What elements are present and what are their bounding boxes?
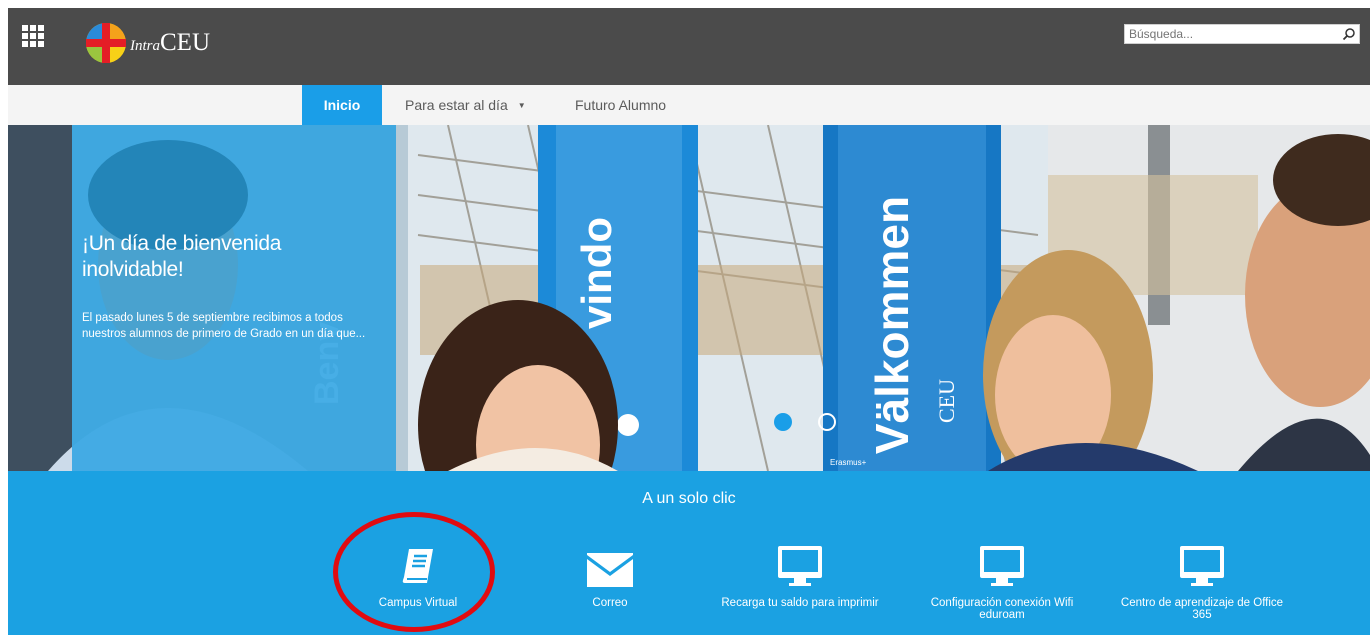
nav-item-label: Inicio [323,97,361,113]
hero-summary: El pasado lunes 5 de septiembre recibimo… [82,312,366,340]
quick-link-office-365[interactable]: Centro de aprendizaje de Office 365 [1112,545,1292,621]
search-icon[interactable] [1342,27,1356,41]
intraceu-logo[interactable]: IntraCEU [84,21,210,65]
banner-ceu-emblem [617,414,639,436]
monitor-icon [778,546,822,586]
logo-intra-text: Intra [130,38,160,54]
nav-item-label: Futuro Alumno [575,97,667,113]
quick-link-label: Configuración conexión Wifi eduroam [930,597,1074,621]
envelope-icon [587,553,633,587]
carousel-dot-2[interactable] [818,413,836,431]
banner-text: Erasmus+ [830,458,867,467]
banner-text: vindo [573,217,620,329]
quick-link-label: Centro de aprendizaje de Office 365 [1120,597,1284,621]
carousel-dot-1[interactable] [774,413,792,431]
search-box [1124,24,1360,44]
hero-carousel[interactable]: vindo Välkommen CEU Erasmus+ Benv ¡Un dí… [8,125,1370,471]
quick-link-recarga-saldo[interactable]: Recarga tu saldo para imprimir [710,545,890,609]
quick-link-wifi-eduroam[interactable]: Configuración conexión Wifi eduroam [912,545,1092,621]
hero-title[interactable]: ¡Un día de bienvenida inolvidable! [82,231,382,283]
logo-ceu-text: CEU [160,29,210,56]
top-navigation: Inicio Para estar al día ▼ Futuro Alumno [8,85,1370,125]
quick-links-section: A un solo clic Campus Virtual Correo Rec… [8,471,1370,635]
book-icon [402,549,433,583]
hero-caption[interactable]: ¡Un día de bienvenida inolvidable! El pa… [72,125,396,471]
banner-text: CEU [934,379,959,423]
nav-item-para-estar-al-dia[interactable]: Para estar al día ▼ [405,85,526,125]
quick-link-label: Correo [592,597,628,609]
quick-link-label: Campus Virtual [378,597,458,609]
app-launcher-icon[interactable] [22,25,44,47]
quick-link-label: Recarga tu saldo para imprimir [721,597,879,609]
quick-links-title: A un solo clic [642,490,736,507]
logo-wordmark: IntraCEU [130,29,210,57]
top-bar: IntraCEU [8,8,1370,85]
nav-item-label: Para estar al día [405,97,508,113]
search-input[interactable] [1125,25,1341,43]
nav-item-futuro-alumno[interactable]: Futuro Alumno [575,85,666,125]
quick-link-campus-virtual[interactable]: Campus Virtual [328,545,508,609]
monitor-icon [980,546,1024,586]
nav-item-inicio[interactable]: Inicio [302,85,382,125]
quick-link-correo[interactable]: Correo [520,545,700,609]
caret-down-icon: ▼ [517,101,526,110]
ceu-emblem-icon [86,23,126,63]
monitor-icon [1180,546,1224,586]
banner-text: Välkommen [866,196,918,454]
